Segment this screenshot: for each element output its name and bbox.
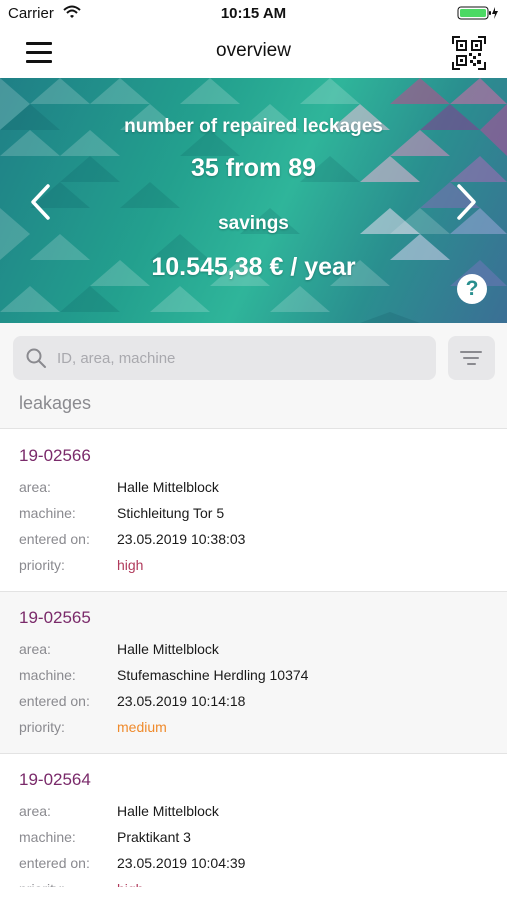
page-title: overview	[216, 40, 291, 61]
chevron-left-icon[interactable]	[26, 181, 56, 223]
qr-code-icon[interactable]	[451, 35, 487, 71]
leakage-list-item[interactable]: 19-02564 area: Halle Mittelblock machine:…	[0, 754, 507, 887]
machine-value: Stufemaschine Herdling 10374	[117, 667, 309, 683]
machine-label: machine:	[19, 505, 76, 521]
summary-banner: number of repaired leckages 35 from 89 s…	[0, 78, 507, 323]
search-section: leakages	[0, 323, 507, 429]
leakage-id: 19-02564	[19, 770, 91, 789]
priority-value: high	[117, 876, 143, 887]
status-bar: Carrier 10:15 AM	[0, 0, 507, 28]
entered-on-label: entered on:	[19, 531, 90, 547]
entered-on-value: 23.05.2019 10:38:03	[117, 531, 246, 547]
machine-value: Stichleitung Tor 5	[117, 505, 225, 521]
priority-value: medium	[117, 719, 167, 735]
search-input[interactable]	[57, 336, 427, 380]
entered-on-value: 23.05.2019 10:04:39	[117, 855, 246, 871]
repaired-leckages-label: number of repaired leckages	[124, 116, 383, 137]
repaired-leckages-value: 35 from 89	[190, 154, 317, 182]
search-icon	[25, 347, 47, 374]
leakage-id: 19-02566	[19, 446, 91, 465]
chevron-right-icon[interactable]	[451, 181, 481, 223]
area-label: area:	[19, 641, 51, 657]
section-label-leakages: leakages	[19, 393, 92, 413]
machine-label: machine:	[19, 829, 76, 845]
savings-label: savings	[218, 213, 289, 234]
triangle-pattern-background	[0, 78, 507, 323]
battery-icon	[457, 6, 499, 25]
leakage-list: 19-02566 area: Halle Mittelblock machine:…	[0, 430, 507, 887]
area-value: Halle Mittelblock	[117, 479, 219, 495]
area-value: Halle Mittelblock	[117, 803, 219, 819]
filter-icon[interactable]	[448, 336, 495, 380]
leakage-id: 19-02565	[19, 608, 91, 627]
entered-on-label: entered on:	[19, 693, 90, 709]
leakage-list-item[interactable]: 19-02565 area: Halle Mittelblock machine:…	[0, 592, 507, 754]
priority-label: priority:	[19, 876, 65, 887]
priority-label: priority:	[19, 719, 65, 735]
machine-label: machine:	[19, 667, 76, 683]
area-label: area:	[19, 803, 51, 819]
navigation-bar: overview	[0, 28, 507, 78]
area-value: Halle Mittelblock	[117, 641, 219, 657]
leakage-list-item[interactable]: 19-02566 area: Halle Mittelblock machine:…	[0, 430, 507, 592]
clock-label: 10:15 AM	[220, 5, 287, 22]
entered-on-label: entered on:	[19, 855, 90, 871]
machine-value: Praktikant 3	[117, 829, 191, 845]
priority-label: priority:	[19, 557, 65, 573]
help-icon[interactable]: ?	[457, 274, 487, 304]
savings-value: 10.545,38 € / year	[151, 253, 356, 281]
priority-value: high	[117, 557, 144, 573]
area-label: area:	[19, 479, 51, 495]
entered-on-value: 23.05.2019 10:14:18	[117, 693, 246, 709]
search-bar[interactable]	[13, 336, 436, 380]
